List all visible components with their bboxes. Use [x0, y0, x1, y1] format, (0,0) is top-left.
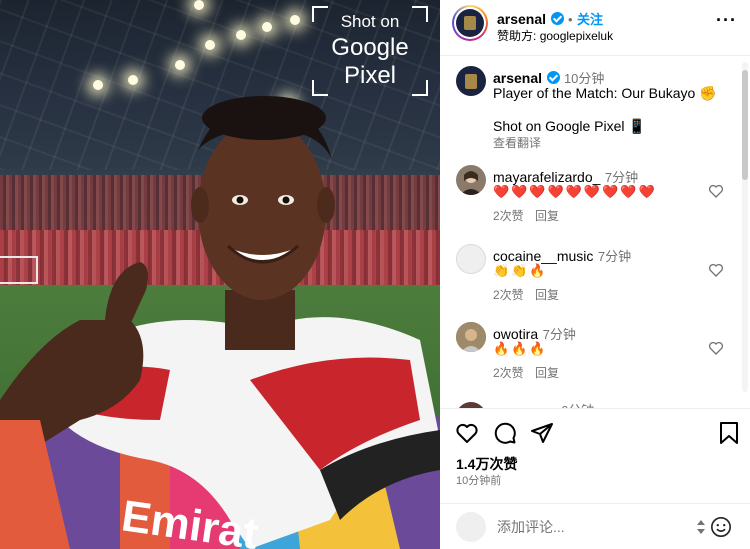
like-comment-heart-icon[interactable]	[708, 183, 724, 199]
post-header: arsenal • 关注 赞助方: googlepixeluk ···	[440, 0, 750, 56]
sponsor-line: 赞助方: googlepixeluk	[497, 27, 613, 44]
comment-username[interactable]: owotira	[493, 326, 538, 342]
comments-scroll-area[interactable]: arsenal 10分钟 Player of the Match: Our Bu…	[440, 56, 750, 408]
comment-avatar[interactable]	[456, 244, 486, 274]
comment-username[interactable]: mayarafelizardo_	[493, 169, 600, 185]
scrollbar-thumb[interactable]	[742, 70, 748, 180]
arsenal-logo-icon	[456, 9, 484, 37]
comment-bubble-icon[interactable]	[493, 421, 517, 445]
comment-likes[interactable]: 2次赞	[493, 286, 524, 303]
comment-time: 7分钟	[604, 170, 639, 185]
emoji-smiley-icon[interactable]	[710, 516, 732, 538]
post-photo[interactable]: Emirat Shot on Google Pixel	[0, 0, 440, 549]
comment-time: 6分钟	[561, 400, 594, 408]
share-paper-plane-icon[interactable]	[530, 421, 554, 445]
watermark-line1: Shot on	[340, 12, 400, 31]
caption-time: 10分钟	[563, 71, 605, 86]
see-translation-link[interactable]: 查看翻译	[493, 134, 541, 151]
comment-avatar[interactable]	[456, 165, 486, 195]
likes-count[interactable]: 1.4万次赞	[456, 454, 517, 474]
reply-button[interactable]: 回复	[535, 364, 559, 381]
current-user-avatar	[456, 512, 486, 542]
comments-scrollbar[interactable]	[742, 62, 748, 392]
comment-text: ❤️❤️❤️❤️❤️❤️❤️❤️❤️	[493, 184, 657, 199]
sponsor-label: 赞助方:	[497, 29, 537, 43]
caption-line1: Player of the Match: Our Bukayo ✊	[493, 85, 717, 101]
post-actions: 1.4万次赞 10分钟前	[440, 408, 750, 498]
caption-line2: Shot on Google Pixel 📱	[493, 118, 646, 134]
comment-time: 7分钟	[597, 249, 632, 264]
like-heart-icon[interactable]	[455, 421, 479, 445]
comment-avatar[interactable]	[456, 322, 486, 352]
header-username[interactable]: arsenal	[497, 11, 546, 27]
verified-badge-icon	[550, 12, 564, 25]
comment-username[interactable]: cocaine__music	[493, 248, 593, 264]
shot-on-pixel-watermark: Shot on Google Pixel	[312, 6, 428, 96]
verified-badge-icon	[546, 71, 560, 84]
header-avatar[interactable]	[452, 5, 488, 41]
comment-time: 7分钟	[542, 327, 576, 342]
save-bookmark-icon[interactable]	[718, 421, 740, 445]
comment-likes[interactable]: 2次赞	[493, 364, 524, 381]
caption-username[interactable]: arsenal	[493, 70, 542, 86]
sort-arrows-icon[interactable]	[696, 519, 706, 535]
reply-button[interactable]: 回复	[535, 286, 559, 303]
sponsor-name[interactable]: googlepixeluk	[540, 29, 613, 43]
reply-button[interactable]: 回复	[535, 207, 559, 224]
caption-avatar[interactable]	[456, 66, 486, 96]
add-comment-input[interactable]	[497, 516, 687, 538]
watermark-line3: Pixel	[343, 62, 397, 89]
add-comment-bar	[440, 503, 750, 549]
like-comment-heart-icon[interactable]	[708, 262, 724, 278]
comment-text: 👏👏🔥	[493, 263, 548, 278]
like-comment-heart-icon[interactable]	[708, 340, 724, 356]
comment-likes[interactable]: 2次赞	[493, 207, 524, 224]
comment-text: 🔥🔥🔥	[493, 341, 548, 356]
post-time: 10分钟前	[456, 475, 502, 487]
watermark-line2: Google	[331, 34, 409, 61]
more-options-icon[interactable]: ···	[716, 10, 737, 31]
post-details-panel: arsenal • 关注 赞助方: googlepixeluk ··· arse…	[440, 0, 750, 549]
follow-button[interactable]: 关注	[577, 12, 603, 27]
